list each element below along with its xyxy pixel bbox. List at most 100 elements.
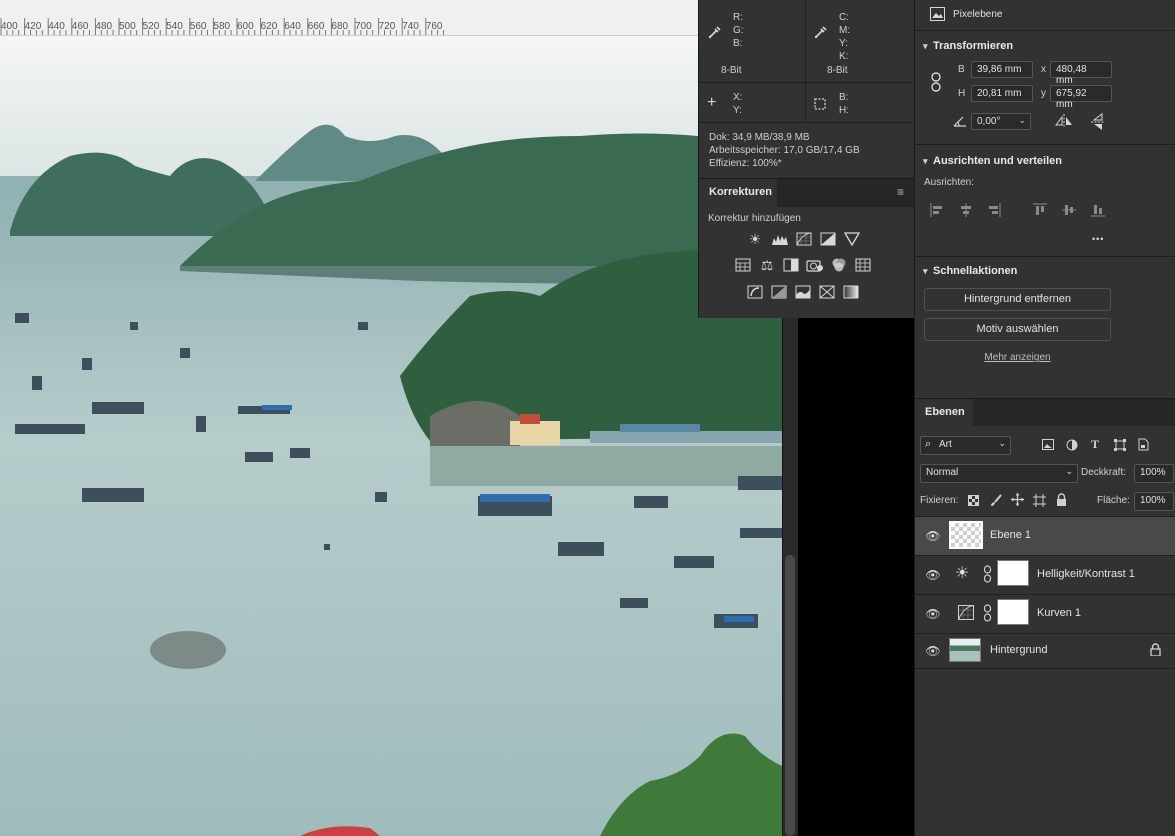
link-icon[interactable]	[929, 72, 943, 92]
align-bottom-icon[interactable]	[1091, 203, 1105, 217]
width-field[interactable]: 39,86 mm	[971, 61, 1033, 78]
filter-shape-icon[interactable]	[1114, 439, 1126, 451]
visibility-eye-icon[interactable]: 👁	[925, 606, 941, 622]
posterize-icon[interactable]	[770, 283, 788, 301]
section-align-title[interactable]: ▾ Ausrichten und verteilen	[923, 155, 1062, 167]
photo-filter-icon[interactable]	[806, 256, 824, 274]
layer-name[interactable]: Helligkeit/Kontrast 1	[1037, 568, 1135, 580]
channel-mixer-icon[interactable]	[830, 256, 848, 274]
tab-ebenen[interactable]: Ebenen	[915, 399, 973, 427]
lock-icon[interactable]	[1150, 643, 1161, 656]
ruler-label: 600	[237, 21, 254, 32]
y-pos-label: y	[1041, 88, 1046, 99]
b-label: B:	[839, 92, 849, 103]
layers-tabbar: Ebenen	[915, 398, 1175, 427]
height-field[interactable]: 20,81 mm	[971, 85, 1033, 102]
panel-menu-icon[interactable]: ≡	[897, 186, 904, 198]
document-canvas[interactable]: 400 420 440 460 480 500 520 540 560 580 600 620 640 6…	[0, 0, 782, 836]
gradient-map-icon[interactable]	[842, 283, 860, 301]
eyedropper-icon[interactable]	[707, 24, 723, 40]
ruler-label: 560	[189, 21, 207, 32]
ruler-label: 620	[260, 21, 278, 32]
brightness-icon[interactable]: ☀	[746, 230, 764, 248]
hue-saturation-icon[interactable]	[734, 256, 752, 274]
fill-field[interactable]: 100%	[1134, 492, 1174, 511]
opacity-field[interactable]: 100%	[1134, 464, 1174, 483]
select-subject-button[interactable]: Motiv auswählen	[924, 318, 1111, 341]
selection-size-icon	[814, 98, 826, 110]
chevron-down-icon: ⌄	[1065, 466, 1073, 476]
adjustments-tabbar: Korrekturen ≡	[699, 179, 915, 207]
filter-kind-value: Art	[939, 439, 952, 450]
eyedropper-cmyk-icon[interactable]	[813, 24, 829, 40]
ruler-label: 520	[142, 21, 160, 32]
align-top-icon[interactable]	[1033, 203, 1047, 217]
layer-filter-select[interactable]: ⌕ Art ⌄	[920, 436, 1011, 455]
visibility-eye-icon[interactable]: 👁	[925, 528, 941, 544]
lock-brush-icon[interactable]	[990, 494, 1002, 507]
color-balance-icon[interactable]: ⚖	[758, 256, 776, 274]
show-more-link[interactable]: Mehr anzeigen	[915, 352, 1120, 363]
section-quick-actions-title[interactable]: ▾ Schnellaktionen	[923, 265, 1017, 277]
layer-mask-thumbnail[interactable]	[997, 560, 1029, 586]
filter-smart-object-icon[interactable]	[1137, 438, 1149, 451]
ruler-label: 660	[307, 21, 325, 32]
y-pos-field[interactable]: 675,92 mm	[1050, 85, 1112, 110]
h-label: H:	[839, 105, 849, 116]
remove-background-button[interactable]: Hintergrund entfernen	[924, 288, 1111, 311]
curves-icon[interactable]	[795, 230, 813, 248]
layer-row-kurven[interactable]: 👁 Kurven 1	[915, 595, 1175, 633]
visibility-eye-icon[interactable]: 👁	[925, 567, 941, 583]
ruler-label: 540	[166, 21, 183, 32]
layer-row-brightness-contrast[interactable]: 👁 ☀ Helligkeit/Kontrast 1	[915, 556, 1175, 594]
ruler-label: 700	[355, 21, 372, 32]
layer-name[interactable]: Hintergrund	[990, 644, 1047, 656]
levels-icon[interactable]	[771, 230, 789, 248]
info-panel: R: G: B: 8-Bit C: M: Y: K: 8-Bit + X: Y:…	[698, 0, 915, 178]
lock-position-icon[interactable]	[1011, 493, 1024, 506]
black-white-icon[interactable]	[782, 256, 800, 274]
x-pos-field[interactable]: 480,48 mm	[1050, 61, 1112, 86]
layer-row-hintergrund[interactable]: 👁 Hintergrund	[915, 634, 1175, 672]
filter-type-icon[interactable]: T	[1091, 437, 1099, 452]
curves-icon	[958, 605, 974, 620]
blend-mode-select[interactable]: Normal ⌄	[920, 464, 1078, 483]
visibility-eye-icon[interactable]: 👁	[925, 643, 941, 659]
ruler-label: 500	[119, 21, 136, 32]
align-center-h-icon[interactable]	[959, 203, 973, 217]
section-transform-title[interactable]: ▾ Transformieren	[923, 40, 1013, 52]
ruler-label: 440	[48, 21, 65, 32]
layer-name[interactable]: Kurven 1	[1037, 607, 1081, 619]
align-right-icon[interactable]	[987, 203, 1001, 217]
bit-depth-right: 8-Bit	[827, 65, 848, 76]
layer-row-ebene-1[interactable]: 👁 Ebene 1	[915, 517, 1175, 555]
filter-pixel-icon[interactable]	[1042, 439, 1054, 450]
layer-name[interactable]: Ebene 1	[990, 529, 1031, 541]
lock-all-icon[interactable]	[1056, 493, 1067, 506]
mask-link-icon[interactable]	[983, 604, 992, 622]
invert-icon[interactable]	[746, 283, 764, 301]
exposure-icon[interactable]	[819, 230, 837, 248]
rgb-r-label: R:	[733, 12, 743, 23]
lock-artboard-icon[interactable]	[1033, 494, 1046, 507]
align-subtitle: Ausrichten:	[924, 177, 975, 188]
align-left-icon[interactable]	[930, 203, 944, 217]
blend-mode-value: Normal	[926, 467, 959, 478]
layer-mask-thumbnail[interactable]	[997, 599, 1029, 625]
cmyk-c-label: C:	[839, 12, 849, 23]
align-center-v-icon[interactable]	[1062, 203, 1076, 217]
cmyk-y-label: Y:	[839, 38, 848, 49]
threshold-icon[interactable]	[794, 283, 812, 301]
mask-link-icon[interactable]	[983, 565, 992, 583]
tab-korrekturen[interactable]: Korrekturen	[699, 179, 777, 207]
angle-field[interactable]: 0,00° ⌄	[971, 113, 1031, 130]
more-options-icon[interactable]: •••	[1092, 234, 1104, 244]
selective-color-icon[interactable]	[818, 283, 836, 301]
flip-vertical-icon[interactable]	[1091, 113, 1105, 131]
scrollbar-thumb[interactable]	[785, 555, 795, 836]
flip-horizontal-icon[interactable]	[1055, 114, 1073, 128]
filter-adjustment-icon[interactable]	[1066, 439, 1078, 451]
vibrance-icon[interactable]	[843, 230, 861, 248]
color-lookup-icon[interactable]	[854, 256, 872, 274]
lock-transparency-icon[interactable]	[968, 495, 979, 506]
